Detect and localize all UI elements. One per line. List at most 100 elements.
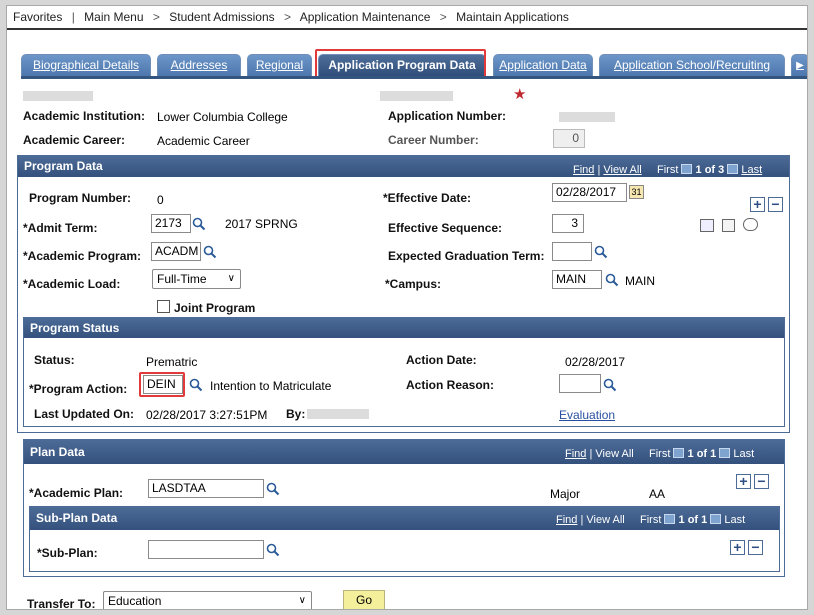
search-icon[interactable]	[266, 543, 280, 557]
academic-plan-field[interactable]: LASDTAA	[148, 479, 264, 498]
last-updated-value: 02/28/2017 3:27:51PM	[146, 408, 268, 422]
redacted-application-number	[559, 112, 615, 122]
program-number-label: Program Number:	[29, 191, 132, 205]
app-frame: Favorites | Main Menu > Student Admissio…	[6, 5, 808, 610]
tab-application-school-recruiting[interactable]: Application School/Recruiting	[599, 54, 785, 76]
academic-program-field[interactable]: ACADM	[151, 242, 201, 261]
find-link[interactable]: Find	[565, 448, 586, 460]
previous-icon[interactable]	[681, 164, 693, 174]
transfer-to-select[interactable]: Education ∨	[103, 591, 312, 609]
search-icon[interactable]	[203, 245, 217, 259]
search-icon[interactable]	[594, 245, 608, 259]
academic-program-label: *Academic Program:	[23, 249, 142, 263]
chevron-down-icon: ∨	[227, 273, 235, 284]
program-number-value: 0	[157, 193, 164, 207]
academic-load-select[interactable]: Full-Time ∨	[152, 269, 241, 289]
add-row-button[interactable]: +	[730, 540, 745, 555]
view-all-link[interactable]: View All	[603, 164, 641, 176]
contact-icon[interactable]	[700, 219, 714, 232]
delete-row-button[interactable]: −	[754, 474, 769, 489]
go-button[interactable]: Go	[343, 590, 385, 609]
search-icon[interactable]	[605, 273, 619, 287]
academic-institution-label: Academic Institution:	[23, 109, 146, 123]
tab-scroll-right-icon[interactable]: ▶	[791, 54, 807, 76]
search-icon[interactable]	[603, 378, 617, 392]
program-action-description: Intention to Matriculate	[210, 379, 332, 393]
highlight-active-tab	[315, 49, 486, 78]
redacted-id	[380, 91, 453, 101]
plan-data-nav: Find | View All First 1 of 1 Last	[565, 448, 755, 460]
add-row-button[interactable]: +	[750, 197, 765, 212]
last-updated-label: Last Updated On:	[34, 407, 135, 421]
last-link[interactable]: Last	[741, 164, 762, 176]
breadcrumb-application-maintenance[interactable]: Application Maintenance	[300, 10, 431, 24]
campus-field[interactable]: MAIN	[552, 270, 602, 289]
next-icon[interactable]	[727, 164, 739, 174]
view-all-link[interactable]: View All	[586, 514, 624, 526]
breadcrumb-maintain-applications[interactable]: Maintain Applications	[456, 10, 569, 24]
tab-biographical-details[interactable]: Biographical Details	[21, 54, 151, 76]
tab-regional[interactable]: Regional	[247, 54, 312, 76]
academic-career-value: Academic Career	[157, 134, 250, 148]
find-link[interactable]: Find	[556, 514, 577, 526]
status-value: Prematric	[146, 355, 198, 369]
tab-addresses[interactable]: Addresses	[157, 54, 241, 76]
last-label: Last	[733, 448, 755, 460]
plan-degree-value: AA	[649, 487, 666, 501]
program-data-nav: Find | View All First 1 of 3 Last	[573, 164, 763, 176]
comment-icon[interactable]	[743, 218, 758, 231]
chevron-right-icon: >	[152, 10, 160, 24]
breadcrumb-main-menu[interactable]: Main Menu	[84, 10, 143, 24]
breadcrumb-separator: |	[71, 10, 75, 24]
plan-type-value: Major	[550, 487, 581, 501]
effective-date-field[interactable]: 02/28/2017	[552, 183, 627, 202]
notes-icon[interactable]	[722, 219, 735, 232]
calendar-icon[interactable]: 31	[629, 185, 644, 199]
delete-row-button[interactable]: −	[748, 540, 763, 555]
search-icon[interactable]	[192, 217, 206, 231]
action-date-label: Action Date:	[406, 353, 477, 367]
sub-plan-label: *Sub-Plan:	[37, 546, 98, 560]
previous-icon[interactable]	[673, 448, 685, 458]
breadcrumb-favorites[interactable]: Favorites	[13, 10, 62, 24]
joint-program-checkbox[interactable]	[157, 300, 170, 313]
find-link[interactable]: Find	[573, 164, 594, 176]
sub-plan-field[interactable]	[148, 540, 264, 559]
effective-sequence-field[interactable]: 3	[552, 214, 584, 233]
view-all-link[interactable]: View All	[595, 448, 633, 460]
plan-data-count: 1 of 1	[687, 448, 717, 460]
delete-row-button[interactable]: −	[768, 197, 783, 212]
chevron-right-icon: >	[284, 10, 292, 24]
effective-date-label: *Effective Date:	[383, 191, 472, 205]
sub-plan-data-nav: Find | View All First 1 of 1 Last	[556, 514, 746, 526]
redacted-name	[23, 91, 93, 101]
chevron-right-icon: >	[439, 10, 447, 24]
highlight-program-action	[139, 372, 185, 397]
application-number-label: Application Number:	[388, 109, 507, 123]
search-icon[interactable]	[189, 378, 203, 392]
last-label: Last	[724, 514, 746, 526]
updated-by-label: By:	[286, 407, 306, 421]
breadcrumb-student-admissions[interactable]: Student Admissions	[169, 10, 274, 24]
expected-graduation-term-field[interactable]	[552, 242, 592, 261]
evaluation-link[interactable]: Evaluation	[559, 408, 615, 422]
next-icon[interactable]	[710, 514, 722, 524]
sub-plan-data-title: Sub-Plan Data	[36, 511, 118, 525]
breadcrumb: Favorites | Main Menu > Student Admissio…	[13, 10, 575, 24]
program-status-header: Program Status	[24, 318, 784, 338]
program-data-count: 1 of 3	[695, 164, 725, 176]
search-icon[interactable]	[266, 482, 280, 496]
tab-application-data[interactable]: Application Data	[493, 54, 593, 76]
admit-term-description: 2017 SPRNG	[225, 217, 298, 231]
previous-icon[interactable]	[664, 514, 676, 524]
add-row-button[interactable]: +	[736, 474, 751, 489]
action-reason-field[interactable]	[559, 374, 601, 393]
first-label: First	[657, 164, 679, 176]
academic-career-label: Academic Career:	[23, 133, 126, 147]
next-icon[interactable]	[719, 448, 731, 458]
status-label: Status:	[34, 353, 75, 367]
academic-institution-value: Lower Columbia College	[157, 110, 288, 124]
sub-plan-data-count: 1 of 1	[678, 514, 708, 526]
required-star-icon: ★	[513, 86, 527, 103]
admit-term-field[interactable]: 2173	[151, 214, 191, 233]
